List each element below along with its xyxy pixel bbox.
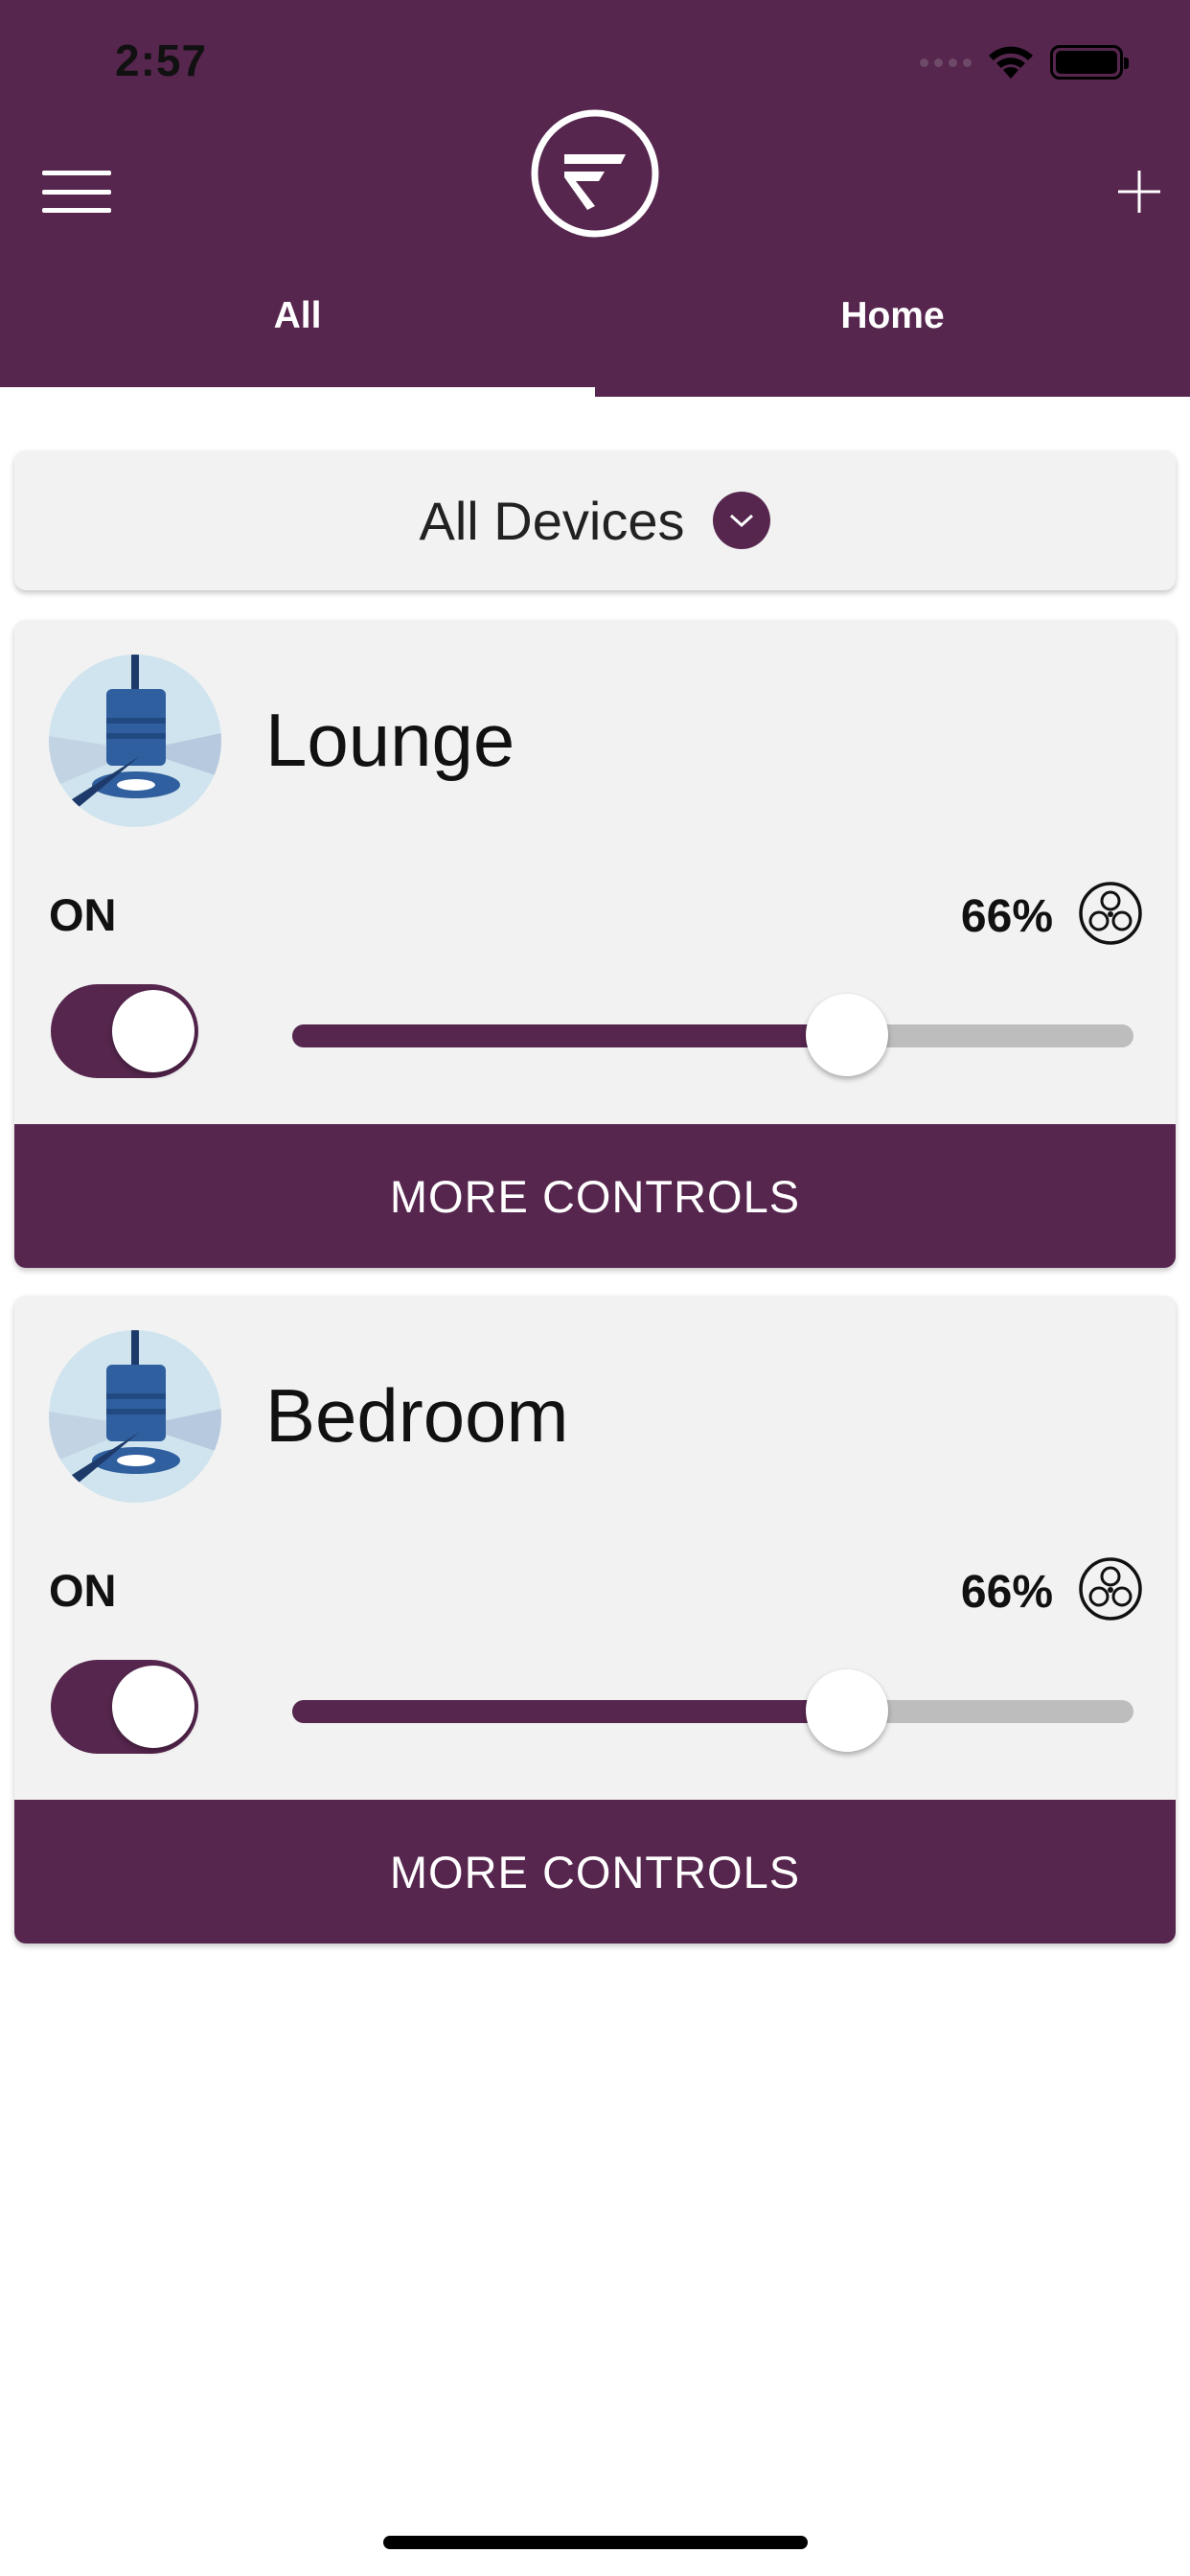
app-header: 2:57 All Home — [0, 0, 1190, 397]
device-filter-dropdown[interactable]: All Devices — [14, 450, 1176, 590]
more-controls-button[interactable]: MORE CONTROLS — [14, 1800, 1176, 1944]
wifi-icon — [989, 46, 1033, 79]
slider-fill — [292, 1700, 848, 1723]
brand-logo-icon — [531, 109, 659, 238]
power-status: ON — [49, 889, 117, 940]
device-filter-label: All Devices — [419, 490, 685, 551]
more-controls-label: MORE CONTROLS — [389, 1170, 801, 1222]
battery-icon — [1050, 45, 1129, 80]
tab-all[interactable]: All — [0, 278, 595, 397]
status-icons — [920, 44, 1129, 80]
power-toggle[interactable] — [51, 984, 198, 1078]
status-time: 2:57 — [115, 35, 208, 85]
ceiling-fan-icon — [49, 655, 221, 827]
fan-speed-icon — [1079, 882, 1142, 945]
device-card-bedroom: Bedroom ON 66% MORE CONTROLS — [14, 1296, 1176, 1944]
cellular-signal-icon — [920, 58, 972, 67]
slider-thumb[interactable] — [806, 994, 889, 1076]
device-name: Bedroom — [265, 1373, 569, 1458]
home-indicator[interactable] — [383, 2536, 808, 2549]
menu-icon[interactable] — [42, 171, 111, 213]
chevron-down-icon — [713, 492, 771, 549]
speed-slider[interactable] — [292, 994, 1133, 1076]
more-controls-button[interactable]: MORE CONTROLS — [14, 1124, 1176, 1268]
tab-home-label: Home — [840, 295, 945, 336]
slider-fill — [292, 1024, 848, 1047]
device-card-lounge: Lounge ON 66% MORE CONTROLS — [14, 620, 1176, 1268]
speed-slider[interactable] — [292, 1669, 1133, 1752]
slider-thumb[interactable] — [806, 1669, 889, 1752]
more-controls-label: MORE CONTROLS — [389, 1846, 801, 1898]
tab-bar: All Home — [0, 278, 1190, 397]
power-status: ON — [49, 1565, 117, 1616]
ceiling-fan-icon — [49, 1330, 221, 1503]
power-toggle[interactable] — [51, 1660, 198, 1754]
fan-speed-icon — [1079, 1557, 1142, 1621]
speed-percent: 66% — [960, 1567, 1053, 1618]
tab-home[interactable]: Home — [595, 278, 1190, 397]
tab-all-label: All — [273, 295, 322, 336]
speed-percent: 66% — [960, 891, 1053, 942]
device-name: Lounge — [265, 698, 515, 782]
add-device-icon[interactable] — [1116, 169, 1162, 215]
